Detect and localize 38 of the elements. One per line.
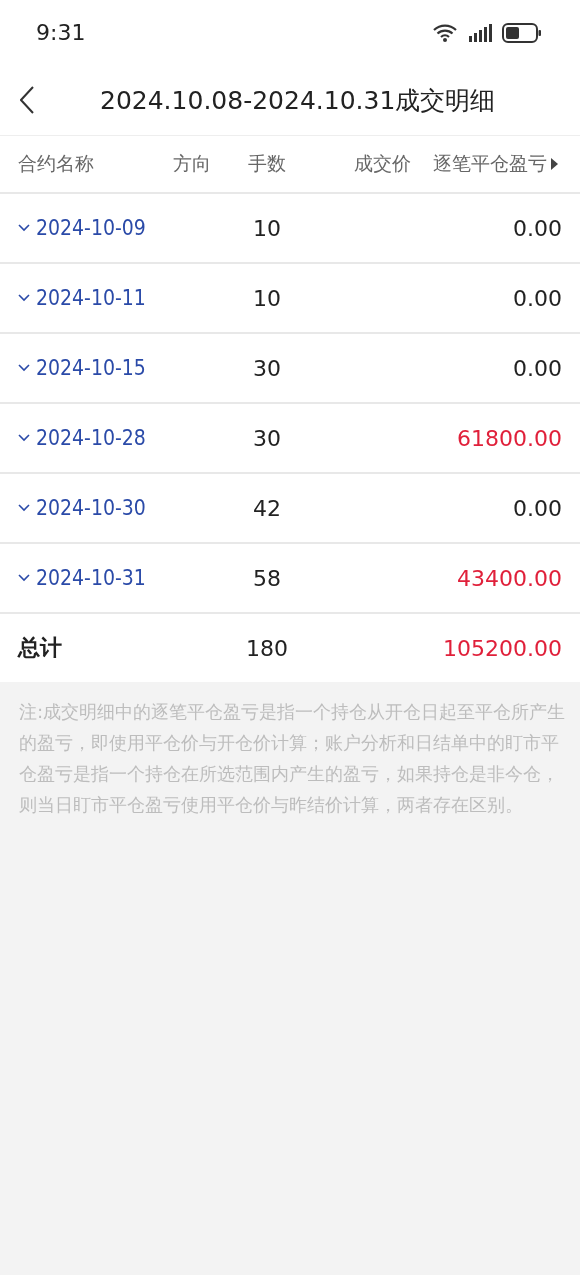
lots-cell-text: 30 [252,425,282,451]
chevron-icon [18,224,30,232]
date-toggle[interactable]: 2024-10-09 [18,216,146,240]
pnl-cell-text: 43400.00 [456,565,563,591]
pnl-cell-text: 0.00 [512,285,563,311]
page-title: 2024.10.08-2024.10.31成交明细 [100,84,496,117]
chevron-icon [18,364,30,372]
column-header: 方向 [172,151,212,176]
chevron-icon [18,504,30,512]
date-toggle[interactable]: 2024-10-30 [18,496,146,520]
column-header: 手数 [247,151,287,176]
status-time: 9:31 [36,20,86,45]
lots-cell-text: 10 [252,285,282,311]
chevron-icon [18,434,30,442]
lots-cell-text: 42 [252,495,282,521]
chevron-icon [18,574,30,582]
pnl-cell-text: 0.00 [512,495,563,521]
lots-cell-text: 10 [252,215,282,241]
column-header: 合约名称 [18,151,95,176]
back-icon [20,86,34,114]
date-toggle[interactable]: 2024-10-11 [18,286,146,310]
total-pnl: 105200.00 [442,635,563,661]
lots-cell-text: 30 [252,355,282,381]
pnl-cell-text: 0.00 [512,215,563,241]
pnl-cell-text: 61800.00 [456,425,563,451]
battery-icon [502,22,542,43]
chevron-icon [18,294,30,302]
total-lots: 180 [245,635,289,661]
column-header: 逐笔平仓盈亏 [433,151,547,176]
total-label: 总计 [18,634,63,662]
column-header: 成交价 [353,151,412,176]
date-toggle[interactable]: 2024-10-28 [18,426,146,450]
pnl-cell-text: 0.00 [512,355,563,381]
date-toggle[interactable]: 2024-10-31 [18,566,146,590]
wifi-icon [432,22,458,43]
lots-cell-text: 58 [252,565,282,591]
date-toggle[interactable]: 2024-10-15 [18,356,146,380]
signal-icon [468,23,492,42]
